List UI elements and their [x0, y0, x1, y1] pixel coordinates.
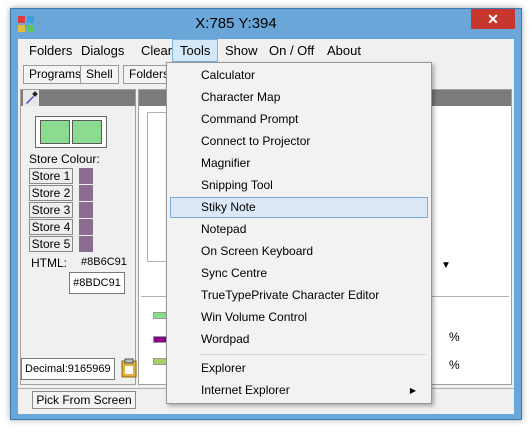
- level-bar-2: [153, 336, 167, 343]
- close-button[interactable]: ✕: [471, 9, 515, 29]
- store-5-swatch[interactable]: [79, 236, 93, 252]
- store-5-button[interactable]: Store 5: [29, 236, 73, 252]
- tab-shell[interactable]: Shell: [80, 65, 119, 84]
- menu-item-calculator[interactable]: Calculator: [170, 65, 428, 86]
- menu-item-on-screen-keyboard[interactable]: On Screen Keyboard: [170, 241, 428, 262]
- store-4-swatch[interactable]: [79, 219, 93, 235]
- colour-panel: Store Colour: Store 1 Store 2 Store 3 St…: [20, 89, 137, 385]
- html-label: HTML:: [31, 256, 67, 270]
- menu-item-volume-control[interactable]: Win Volume Control: [170, 307, 428, 328]
- submenu-arrow-icon: ▶: [409, 386, 416, 395]
- chevron-down-icon[interactable]: ▼: [439, 258, 453, 274]
- menu-item-notepad[interactable]: Notepad: [170, 219, 428, 240]
- menu-bar: Folders Dialogs Clear Tools Show On / Of…: [18, 39, 514, 62]
- menu-about[interactable]: About: [320, 39, 368, 62]
- html-value: #8B6C91: [81, 256, 127, 268]
- menu-show[interactable]: Show: [218, 39, 265, 62]
- eyedropper-icon[interactable]: [23, 90, 39, 106]
- menu-on-off[interactable]: On / Off: [262, 39, 321, 62]
- level-bar-3-fill: [154, 359, 166, 364]
- menu-item-sticky-note[interactable]: Stiky Note: [170, 197, 428, 218]
- level-bar-2-fill: [154, 337, 166, 342]
- title-bar[interactable]: X:785 Y:394 ✕: [11, 9, 521, 39]
- store-1-button[interactable]: Store 1: [29, 168, 73, 184]
- menu-item-character-map[interactable]: Character Map: [170, 87, 428, 108]
- menu-tools[interactable]: Tools: [172, 39, 219, 62]
- store-3-swatch[interactable]: [79, 202, 93, 218]
- store-colour-label: Store Colour:: [29, 152, 100, 166]
- percent-label-1: %: [449, 330, 460, 344]
- menu-item-command-prompt[interactable]: Command Prompt: [170, 109, 428, 130]
- level-bar-3: [153, 358, 167, 365]
- menu-folders[interactable]: Folders: [22, 39, 79, 62]
- percent-label-2: %: [449, 358, 460, 372]
- pick-from-screen-button[interactable]: Pick From Screen: [32, 391, 136, 409]
- colour-preview: [35, 116, 107, 148]
- store-1-swatch[interactable]: [79, 168, 93, 184]
- menu-item-internet-explorer[interactable]: Internet Explorer ▶: [170, 380, 428, 401]
- decimal-field[interactable]: Decimal:9165969: [21, 358, 115, 380]
- window-title: X:785 Y:394: [195, 15, 277, 32]
- menu-item-magnifier[interactable]: Magnifier: [170, 153, 428, 174]
- preview-swatch-left: [40, 120, 70, 144]
- menu-dialogs[interactable]: Dialogs: [74, 39, 131, 62]
- menu-item-snipping-tool[interactable]: Snipping Tool: [170, 175, 428, 196]
- colour-panel-header: [21, 90, 135, 106]
- menu-item-sync-centre[interactable]: Sync Centre: [170, 263, 428, 284]
- store-4-button[interactable]: Store 4: [29, 219, 73, 235]
- tools-menu: Calculator Character Map Command Prompt …: [166, 62, 432, 404]
- store-2-button[interactable]: Store 2: [29, 185, 73, 201]
- hex-field[interactable]: #8BDC91: [69, 272, 125, 294]
- clipboard-icon[interactable]: [121, 358, 137, 378]
- preview-swatch-right: [72, 120, 102, 144]
- menu-item-explorer[interactable]: Explorer: [170, 358, 428, 379]
- store-3-button[interactable]: Store 3: [29, 202, 73, 218]
- level-bar-1-fill: [154, 313, 166, 318]
- level-bar-1: [153, 312, 167, 319]
- menu-item-internet-explorer-label: Internet Explorer: [201, 383, 290, 397]
- store-2-swatch[interactable]: [79, 185, 93, 201]
- menu-separator: [200, 354, 426, 355]
- menu-item-wordpad[interactable]: Wordpad: [170, 329, 428, 350]
- menu-item-char-editor[interactable]: TrueTypePrivate Character Editor: [170, 285, 428, 306]
- tab-programs[interactable]: Programs: [23, 65, 88, 84]
- menu-item-connect-projector[interactable]: Connect to Projector: [170, 131, 428, 152]
